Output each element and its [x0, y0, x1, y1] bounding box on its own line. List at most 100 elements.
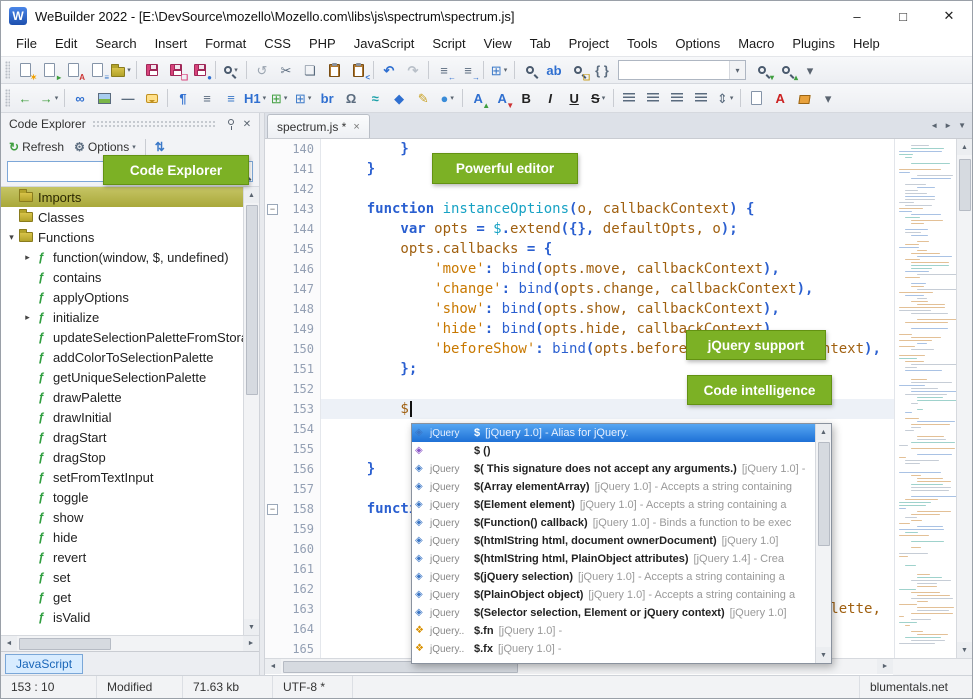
- menu-format[interactable]: Format: [196, 32, 255, 55]
- line-break-button[interactable]: br: [315, 87, 339, 109]
- minimize-button[interactable]: –: [834, 1, 880, 31]
- code-line[interactable]: 147 'change': bind(opts.change, callback…: [265, 279, 894, 299]
- decrease-font-button[interactable]: A▼: [490, 87, 514, 109]
- tree-item-toggle[interactable]: ƒtoggle: [1, 487, 243, 507]
- hyperlink-button[interactable]: ∞: [68, 87, 92, 109]
- code-line[interactable]: −143 function instanceOptions(o, callbac…: [265, 199, 894, 219]
- scroll-up-icon[interactable]: ▲: [244, 187, 259, 203]
- tab-close-icon[interactable]: ×: [353, 121, 359, 133]
- tree-hscrollbar[interactable]: ◄ ►: [1, 635, 259, 651]
- code-line[interactable]: 142: [265, 179, 894, 199]
- scroll-right-icon[interactable]: ►: [877, 659, 893, 674]
- new-template-button[interactable]: A: [61, 59, 85, 81]
- underline-button[interactable]: U: [562, 87, 586, 109]
- menu-css[interactable]: CSS: [255, 32, 300, 55]
- menu-php[interactable]: PHP: [300, 32, 345, 55]
- menu-options[interactable]: Options: [666, 32, 729, 55]
- special-char-button[interactable]: Ω: [339, 87, 363, 109]
- scroll-down-icon[interactable]: ▼: [244, 619, 259, 635]
- tree-item-drawinitial[interactable]: ƒdrawInitial: [1, 407, 243, 427]
- brand-link[interactable]: blumentals.net: [859, 676, 972, 698]
- strikethrough-button[interactable]: S▾: [586, 87, 610, 109]
- indent-button[interactable]: ≡→: [456, 59, 480, 81]
- menu-script[interactable]: Script: [423, 32, 474, 55]
- find-button[interactable]: [518, 59, 542, 81]
- autocomplete-item[interactable]: ❖jQuery..$.fn[jQuery 1.0] -: [412, 622, 815, 640]
- horizontal-rule-button[interactable]: —: [116, 87, 140, 109]
- undo-button[interactable]: ↶: [377, 59, 401, 81]
- replace-button[interactable]: ab: [542, 59, 566, 81]
- cut-button[interactable]: ✂: [274, 59, 298, 81]
- tree-item-initialize[interactable]: ▸ƒinitialize: [1, 307, 243, 327]
- format-painter-button[interactable]: ✎: [411, 87, 435, 109]
- tree-item-functions[interactable]: ▾Functions: [1, 227, 243, 247]
- increase-font-button[interactable]: A▲: [466, 87, 490, 109]
- panel-close-icon[interactable]: ✕: [239, 119, 255, 130]
- options-button[interactable]: ⚙ Options ▾: [70, 138, 140, 156]
- scroll-up-icon[interactable]: ▲: [957, 139, 972, 155]
- menu-file[interactable]: File: [7, 32, 46, 55]
- autocomplete-item[interactable]: ◈jQuery$(Function() callback)[jQuery 1.0…: [412, 514, 815, 532]
- autocomplete-item[interactable]: ◈jQuery$( This signature does not accept…: [412, 460, 815, 478]
- heading-button[interactable]: H1▾: [243, 87, 267, 109]
- autocomplete-item[interactable]: ◈jQuery$(htmlString html, document owner…: [412, 532, 815, 550]
- tree-item-imports[interactable]: Imports: [1, 187, 243, 207]
- toolbar2-overflow-button[interactable]: ▾: [816, 87, 840, 109]
- image-button[interactable]: [92, 87, 116, 109]
- tree-item-function-window-undefined[interactable]: ▸ƒfunction(window, $, undefined): [1, 247, 243, 267]
- unindent-button[interactable]: ≡←: [432, 59, 456, 81]
- fold-marker-icon[interactable]: −: [267, 204, 278, 215]
- tree-item-getuniqueselectionpalette[interactable]: ƒgetUniqueSelectionPalette: [1, 367, 243, 387]
- bold-button[interactable]: B: [514, 87, 538, 109]
- menu-tab[interactable]: Tab: [521, 32, 560, 55]
- menu-edit[interactable]: Edit: [46, 32, 86, 55]
- tree-item-isvalid[interactable]: ƒisValid: [1, 607, 243, 627]
- menu-macro[interactable]: Macro: [729, 32, 783, 55]
- tree-item-revert[interactable]: ƒrevert: [1, 547, 243, 567]
- tree-item-hide[interactable]: ƒhide: [1, 527, 243, 547]
- editor-scroll-thumb[interactable]: [959, 159, 971, 211]
- redo-button[interactable]: ↷: [401, 59, 425, 81]
- menu-search[interactable]: Search: [86, 32, 145, 55]
- menu-help[interactable]: Help: [844, 32, 889, 55]
- expand-arrow-icon[interactable]: ▸: [21, 312, 34, 323]
- tree-item-get[interactable]: ƒget: [1, 587, 243, 607]
- tree-item-show[interactable]: ƒshow: [1, 507, 243, 527]
- new-wizard-button[interactable]: ▸: [37, 59, 61, 81]
- italic-button[interactable]: I: [538, 87, 562, 109]
- pin-icon[interactable]: [223, 121, 239, 127]
- scroll-down-icon[interactable]: ▼: [957, 642, 972, 658]
- code-line[interactable]: 145 opts.callbacks = {: [265, 239, 894, 259]
- scroll-left-icon[interactable]: ◄: [1, 636, 17, 651]
- autocomplete-item[interactable]: ◈$ (): [412, 442, 815, 460]
- font-color-button[interactable]: A: [768, 87, 792, 109]
- line-spacing-button[interactable]: ⇕▾: [713, 87, 737, 109]
- highlight-color-button[interactable]: [792, 87, 816, 109]
- tab-list-icon[interactable]: ▼: [958, 121, 966, 130]
- paragraph-button[interactable]: ¶: [171, 87, 195, 109]
- menu-plugins[interactable]: Plugins: [783, 32, 844, 55]
- tree-item-classes[interactable]: Classes: [1, 207, 243, 227]
- align-justify-button[interactable]: [689, 87, 713, 109]
- tab-spectrum-js[interactable]: spectrum.js * ×: [267, 114, 370, 138]
- find-in-files-button[interactable]: ❏: [566, 59, 590, 81]
- autocomplete-item[interactable]: ❖jQuery..$.fx[jQuery 1.0] -: [412, 640, 815, 658]
- menu-view[interactable]: View: [475, 32, 521, 55]
- tree-hscroll-thumb[interactable]: [19, 638, 111, 650]
- open-file-button[interactable]: ▾: [109, 59, 133, 81]
- new-file-button[interactable]: ✶: [13, 59, 37, 81]
- menu-insert[interactable]: Insert: [146, 32, 197, 55]
- comment-button[interactable]: [140, 87, 164, 109]
- code-snippet-button[interactable]: { }: [590, 59, 614, 81]
- tree-item-contains[interactable]: ƒcontains: [1, 267, 243, 287]
- editor-vscrollbar[interactable]: ▲ ▼: [956, 139, 972, 658]
- revert-button[interactable]: ↺: [250, 59, 274, 81]
- autocomplete-item[interactable]: ◈jQuery$[jQuery 1.0] - Alias for jQuery.: [412, 424, 815, 442]
- tab-javascript[interactable]: JavaScript: [5, 654, 83, 674]
- fold-marker-icon[interactable]: −: [267, 504, 278, 515]
- autocomplete-item[interactable]: ◈jQuery$(Element element)[jQuery 1.0] - …: [412, 496, 815, 514]
- sort-button[interactable]: ⇅: [151, 138, 169, 156]
- copy-button[interactable]: ❏: [298, 59, 322, 81]
- tree-item-dragstart[interactable]: ƒdragStart: [1, 427, 243, 447]
- bullet-list-button[interactable]: ≡: [195, 87, 219, 109]
